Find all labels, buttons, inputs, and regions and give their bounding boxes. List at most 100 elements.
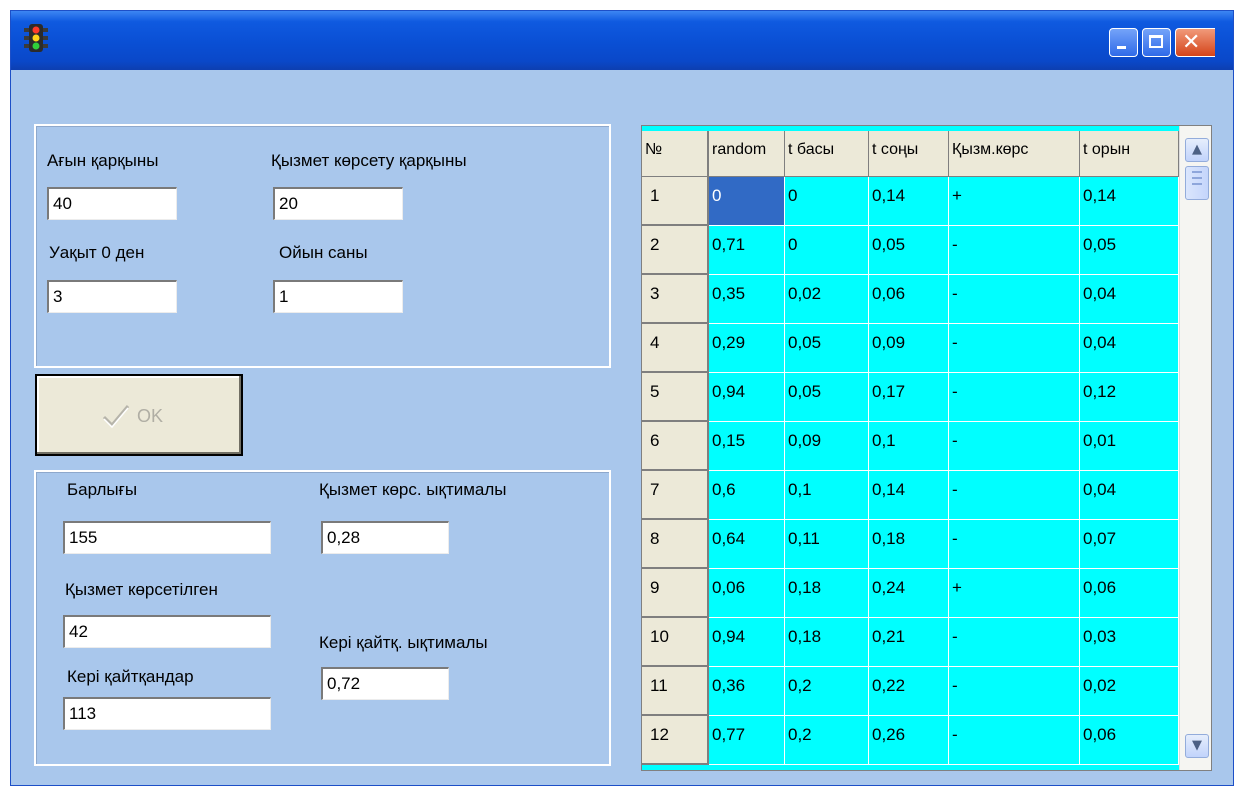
time-from-field[interactable]: 3 bbox=[47, 280, 177, 313]
table-row[interactable]: 0,6 0,1 0,14-0,04 bbox=[709, 471, 1179, 520]
table-cell[interactable]: 0,06 bbox=[709, 569, 785, 618]
ok-button[interactable]: OK bbox=[35, 374, 243, 456]
chevron-up-icon[interactable]: ▲ bbox=[1185, 138, 1209, 162]
total-field[interactable]: 155 bbox=[63, 521, 271, 554]
table-cell[interactable]: 0,17 bbox=[869, 373, 949, 422]
table-row[interactable]: 0 0 0,14 +0,14 bbox=[709, 177, 1179, 226]
table-cell[interactable]: 0,05 bbox=[869, 226, 949, 275]
column-header[interactable]: Қызм.көрс bbox=[949, 131, 1080, 177]
table-cell[interactable]: 0 bbox=[709, 177, 785, 226]
table-cell[interactable]: 0,24 bbox=[869, 569, 949, 618]
row-header[interactable]: 9 bbox=[642, 569, 709, 618]
table-row[interactable]: 0,06 0,18 0,24 +0,06 bbox=[709, 569, 1179, 618]
table-cell[interactable]: 0,77 bbox=[709, 716, 785, 765]
row-header[interactable]: 11 bbox=[642, 667, 709, 716]
row-header[interactable]: 6 bbox=[642, 422, 709, 471]
returned-field[interactable]: 113 bbox=[63, 697, 271, 730]
row-header[interactable]: 2 bbox=[642, 226, 709, 275]
flow-rate-field[interactable]: 40 bbox=[47, 187, 177, 220]
table-row[interactable]: 0,29 0,05 0,09-0,04 bbox=[709, 324, 1179, 373]
row-header[interactable]: 8 bbox=[642, 520, 709, 569]
chevron-down-icon[interactable]: ▼ bbox=[1185, 734, 1209, 758]
table-cell[interactable]: 0,14 bbox=[1080, 177, 1179, 226]
table-row[interactable]: 0,15 0,09 0,1-0,01 bbox=[709, 422, 1179, 471]
table-cell[interactable]: 0,71 bbox=[709, 226, 785, 275]
table-cell[interactable]: - bbox=[949, 373, 1080, 422]
vertical-scrollbar[interactable]: ▲ ▼ bbox=[1179, 126, 1211, 770]
table-cell[interactable]: 0,12 bbox=[1080, 373, 1179, 422]
service-prob-field[interactable]: 0,28 bbox=[321, 521, 449, 554]
table-cell[interactable]: - bbox=[949, 226, 1080, 275]
column-header[interactable]: random bbox=[709, 131, 785, 177]
table-row[interactable]: 0,36 0,2 0,22-0,02 bbox=[709, 667, 1179, 716]
table-cell[interactable]: 0,18 bbox=[785, 618, 869, 667]
table-cell[interactable]: 0 bbox=[785, 177, 869, 226]
table-cell[interactable]: - bbox=[949, 275, 1080, 324]
table-cell[interactable]: - bbox=[949, 520, 1080, 569]
table-cell[interactable]: 0,21 bbox=[869, 618, 949, 667]
table-cell[interactable]: 0,09 bbox=[869, 324, 949, 373]
table-row[interactable]: 0,71 0 0,05-0,05 bbox=[709, 226, 1179, 275]
table-cell[interactable]: 0,05 bbox=[785, 324, 869, 373]
table-cell[interactable]: 0,02 bbox=[1080, 667, 1179, 716]
table-cell[interactable]: 0,26 bbox=[869, 716, 949, 765]
table-cell[interactable]: 0,94 bbox=[709, 373, 785, 422]
game-count-field[interactable]: 1 bbox=[273, 280, 403, 313]
row-header[interactable]: 3 bbox=[642, 275, 709, 324]
table-cell[interactable]: 0,03 bbox=[1080, 618, 1179, 667]
table-cell[interactable]: + bbox=[949, 177, 1080, 226]
served-field[interactable]: 42 bbox=[63, 615, 271, 648]
table-cell[interactable]: 0,35 bbox=[709, 275, 785, 324]
table-cell[interactable]: 0,06 bbox=[1080, 716, 1179, 765]
table-cell[interactable]: - bbox=[949, 667, 1080, 716]
table-cell[interactable]: 0,29 bbox=[709, 324, 785, 373]
return-prob-field[interactable]: 0,72 bbox=[321, 667, 449, 700]
table-cell[interactable]: 0,2 bbox=[785, 667, 869, 716]
column-header[interactable]: t соңы bbox=[869, 131, 949, 177]
table-row[interactable]: 0,35 0,02 0,06-0,04 bbox=[709, 275, 1179, 324]
table-cell[interactable]: 0,04 bbox=[1080, 324, 1179, 373]
table-cell[interactable]: 0,02 bbox=[785, 275, 869, 324]
row-header[interactable]: 5 bbox=[642, 373, 709, 422]
column-header[interactable]: № bbox=[642, 131, 709, 177]
table-cell[interactable]: 0,14 bbox=[869, 177, 949, 226]
column-header[interactable]: t басы bbox=[785, 131, 869, 177]
close-button[interactable]: ✕ bbox=[1175, 28, 1215, 57]
table-cell[interactable]: - bbox=[949, 618, 1080, 667]
table-cell[interactable]: - bbox=[949, 422, 1080, 471]
table-cell[interactable]: 0,1 bbox=[869, 422, 949, 471]
maximize-button[interactable] bbox=[1142, 28, 1171, 57]
table-row[interactable]: 0,94 0,05 0,17-0,12 bbox=[709, 373, 1179, 422]
table-cell[interactable]: 0,94 bbox=[709, 618, 785, 667]
table-cell[interactable]: 0,07 bbox=[1080, 520, 1179, 569]
table-cell[interactable]: 0,22 bbox=[869, 667, 949, 716]
table-cell[interactable]: 0,11 bbox=[785, 520, 869, 569]
row-header[interactable]: 12 bbox=[642, 716, 709, 765]
service-rate-field[interactable]: 20 bbox=[273, 187, 403, 220]
table-cell[interactable]: 0,06 bbox=[869, 275, 949, 324]
table-cell[interactable]: 0,01 bbox=[1080, 422, 1179, 471]
table-cell[interactable]: 0,18 bbox=[869, 520, 949, 569]
row-header[interactable]: 1 bbox=[642, 177, 709, 226]
table-cell[interactable]: 0,04 bbox=[1080, 471, 1179, 520]
table-row[interactable]: 0,77 0,2 0,26-0,06 bbox=[709, 716, 1179, 765]
table-cell[interactable]: 0,15 bbox=[709, 422, 785, 471]
table-cell[interactable]: 0,05 bbox=[785, 373, 869, 422]
table-cell[interactable]: 0,04 bbox=[1080, 275, 1179, 324]
table-cell[interactable]: + bbox=[949, 569, 1080, 618]
table-cell[interactable]: 0,05 bbox=[1080, 226, 1179, 275]
title-bar[interactable]: ✕ bbox=[11, 11, 1233, 70]
table-cell[interactable]: 0 bbox=[785, 226, 869, 275]
table-cell[interactable]: 0,09 bbox=[785, 422, 869, 471]
table-cell[interactable]: 0,1 bbox=[785, 471, 869, 520]
row-header[interactable]: 7 bbox=[642, 471, 709, 520]
column-header[interactable]: t орын bbox=[1080, 131, 1179, 177]
table-cell[interactable]: - bbox=[949, 716, 1080, 765]
table-cell[interactable]: 0,06 bbox=[1080, 569, 1179, 618]
table-cell[interactable]: 0,14 bbox=[869, 471, 949, 520]
table-row[interactable]: 0,64 0,11 0,18-0,07 bbox=[709, 520, 1179, 569]
scroll-thumb[interactable] bbox=[1185, 166, 1209, 200]
minimize-button[interactable] bbox=[1109, 28, 1138, 57]
table-cell[interactable]: 0,6 bbox=[709, 471, 785, 520]
table-row[interactable]: 0,94 0,18 0,21-0,03 bbox=[709, 618, 1179, 667]
